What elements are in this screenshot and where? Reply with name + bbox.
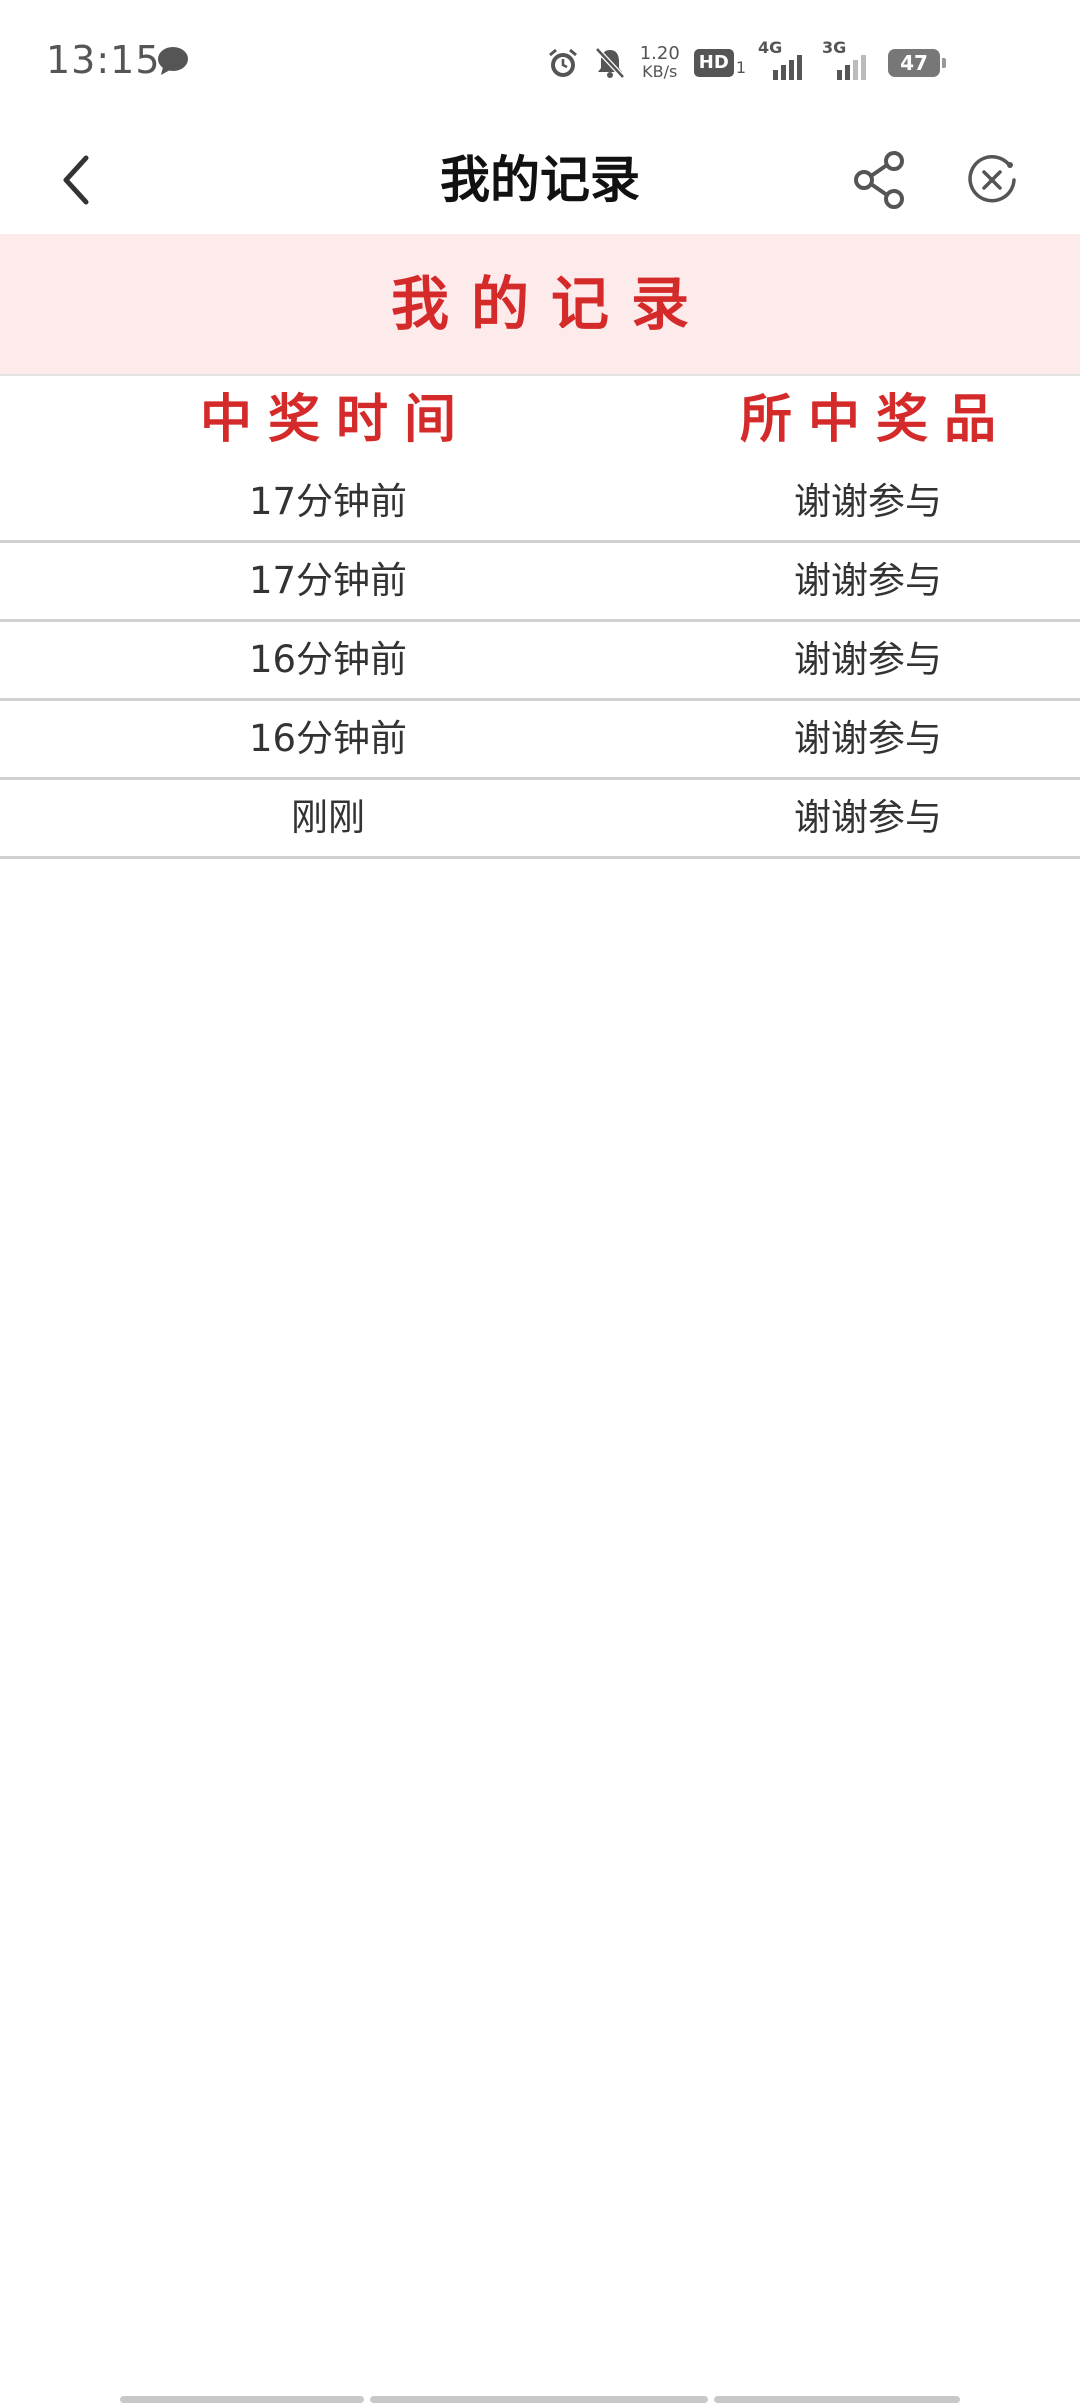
row-time: 16分钟前 bbox=[248, 717, 408, 760]
row-prize: 谢谢参与 bbox=[794, 717, 942, 760]
signal-bar bbox=[789, 60, 794, 80]
share-button[interactable] bbox=[838, 138, 922, 222]
bell-off-icon bbox=[594, 46, 626, 80]
signal-bar bbox=[773, 70, 778, 80]
row-time: 刚刚 bbox=[291, 796, 365, 839]
chat-bubble-icon bbox=[156, 44, 190, 78]
signal-3g-label: 3G bbox=[822, 38, 847, 57]
close-button[interactable] bbox=[950, 138, 1034, 222]
alarm-icon bbox=[546, 46, 580, 80]
hd-voice-badge: HD 1 bbox=[693, 49, 746, 77]
table-row: 17分钟前 谢谢参与 bbox=[0, 464, 1080, 543]
home-indicator-segment[interactable] bbox=[714, 2396, 960, 2403]
signal-bar bbox=[853, 60, 858, 80]
status-icons: 1.20 KB/s HD 1 4G 3G 47 bbox=[546, 38, 946, 88]
records-banner: 我的记录 bbox=[0, 234, 1080, 376]
signal-bar bbox=[861, 55, 866, 80]
network-speed-value: 1.20 bbox=[639, 43, 680, 64]
signal-bar bbox=[837, 70, 842, 80]
share-icon bbox=[854, 151, 904, 209]
row-time: 17分钟前 bbox=[248, 480, 408, 523]
row-prize: 谢谢参与 bbox=[794, 796, 942, 839]
records-table: 中奖时间 所中奖品 17分钟前 谢谢参与 17分钟前 谢谢参与 16分钟前 谢谢… bbox=[0, 376, 1080, 859]
header-prize: 所中奖品 bbox=[739, 390, 1012, 450]
table-row: 刚刚 谢谢参与 bbox=[0, 780, 1080, 859]
signal-bar bbox=[845, 65, 850, 80]
close-circle-icon bbox=[968, 155, 1016, 203]
row-time: 17分钟前 bbox=[248, 559, 408, 602]
network-speed-unit: KB/s bbox=[642, 62, 678, 81]
status-time: 13:15 bbox=[46, 38, 161, 82]
row-prize: 谢谢参与 bbox=[794, 638, 942, 681]
signal-bar bbox=[781, 65, 786, 80]
row-prize: 谢谢参与 bbox=[794, 480, 942, 523]
signal-3g: 3G bbox=[822, 38, 874, 80]
row-time: 16分钟前 bbox=[248, 638, 408, 681]
table-row: 16分钟前 谢谢参与 bbox=[0, 622, 1080, 701]
signal-4g-label: 4G bbox=[758, 38, 783, 57]
header-win-time: 中奖时间 bbox=[199, 390, 472, 450]
signal-4g: 4G bbox=[758, 38, 810, 80]
table-header: 中奖时间 所中奖品 bbox=[0, 376, 1080, 464]
home-indicator-segment[interactable] bbox=[370, 2396, 708, 2403]
table-row: 17分钟前 谢谢参与 bbox=[0, 543, 1080, 622]
nav-bar: 我的记录 bbox=[0, 128, 1080, 234]
network-speed: 1.20 KB/s bbox=[640, 45, 680, 81]
battery-icon: 47 bbox=[888, 49, 946, 77]
home-indicator-segment[interactable] bbox=[120, 2396, 364, 2403]
hd-label: HD bbox=[693, 49, 734, 77]
banner-title: 我的记录 bbox=[390, 270, 711, 338]
status-bar: 13:15 1.20 KB/s HD 1 4G 3G 47 bbox=[0, 0, 1080, 128]
signal-bar bbox=[797, 55, 802, 80]
hd-sub: 1 bbox=[735, 58, 746, 77]
row-prize: 谢谢参与 bbox=[794, 559, 942, 602]
table-row: 16分钟前 谢谢参与 bbox=[0, 701, 1080, 780]
